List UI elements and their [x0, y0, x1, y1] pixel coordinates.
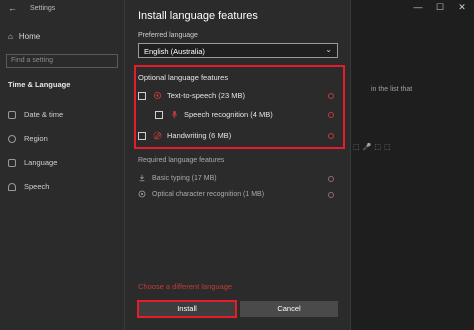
background-hint-text: in the list that [371, 86, 413, 93]
home-icon: ⌂ [8, 32, 13, 41]
install-language-dialog: Install language features Preferred lang… [124, 0, 351, 330]
sidebar-item-region[interactable]: Region [8, 134, 48, 143]
language-icon [8, 158, 16, 167]
sidebar-item-date-time[interactable]: Date & time [8, 110, 63, 119]
handwriting-checkbox[interactable] [138, 131, 146, 140]
calendar-icon [8, 110, 16, 119]
sidebar-item-language[interactable]: Language [8, 158, 57, 167]
optional-features-title: Optional language features [138, 73, 229, 82]
search-input[interactable]: Find a setting [6, 54, 118, 68]
required-features-title: Required language features [138, 157, 225, 164]
speech-recognition-checkbox[interactable] [155, 110, 163, 119]
feature-speech-recognition[interactable]: Speech recognition (4 MB) [155, 110, 273, 119]
sidebar-item-label: Language [24, 158, 58, 167]
required-feature-label: Optical character recognition (1 MB) [152, 190, 265, 198]
sidebar-item-speech[interactable]: Speech [8, 182, 49, 191]
home-label: Home [18, 32, 41, 41]
preferred-language-label: Preferred language [138, 32, 198, 39]
cancel-button[interactable]: Cancel [240, 301, 338, 317]
sidebar-item-label: Region [24, 134, 48, 143]
required-ocr: Optical character recognition (1 MB) [138, 190, 264, 198]
install-button[interactable]: Install [137, 300, 237, 318]
home-nav[interactable]: ⌂ Home [8, 32, 40, 41]
maximize-button[interactable]: ☐ [434, 2, 446, 13]
settings-title: Settings [30, 5, 56, 12]
feature-label: Handwriting (6 MB) [167, 131, 232, 140]
globe-icon [8, 134, 16, 143]
info-icon[interactable] [328, 93, 334, 99]
ocr-icon [138, 190, 146, 198]
info-icon[interactable] [328, 133, 334, 139]
sidebar-item-label: Speech [24, 182, 50, 191]
chevron-down-icon: ⌄ [325, 45, 332, 54]
info-icon[interactable] [328, 192, 334, 198]
back-arrow-icon[interactable]: ← [8, 3, 17, 13]
text-to-speech-checkbox[interactable] [138, 91, 146, 100]
feature-label: Text-to-speech (23 MB) [167, 91, 245, 100]
feature-handwriting[interactable]: Handwriting (6 MB) [138, 131, 231, 140]
preferred-language-select[interactable]: English (Australia) ⌄ [138, 43, 338, 58]
microphone-icon [171, 110, 178, 119]
section-title: Time & Language [8, 80, 71, 89]
sidebar-item-label: Date & time [24, 110, 64, 119]
text-to-speech-icon [153, 91, 162, 100]
dialog-title: Install language features [138, 10, 258, 22]
preferred-language-value: English (Australia) [144, 47, 205, 56]
required-feature-label: Basic typing (17 MB) [152, 174, 217, 182]
minimize-button[interactable]: — [412, 2, 424, 12]
info-icon[interactable] [328, 112, 334, 118]
info-icon[interactable] [328, 176, 334, 182]
typing-icon [139, 174, 145, 182]
close-button[interactable]: ✕ [456, 2, 468, 13]
microphone-icon [8, 182, 16, 191]
pen-icon [153, 131, 162, 140]
feature-text-to-speech[interactable]: Text-to-speech (23 MB) [138, 91, 245, 100]
required-basic-typing: Basic typing (17 MB) [138, 174, 217, 182]
feature-icons-row: ⬚🎤⬚⬚ [353, 144, 394, 151]
feature-label: Speech recognition (4 MB) [184, 110, 273, 119]
choose-different-language-link[interactable]: Choose a different language [138, 282, 232, 291]
